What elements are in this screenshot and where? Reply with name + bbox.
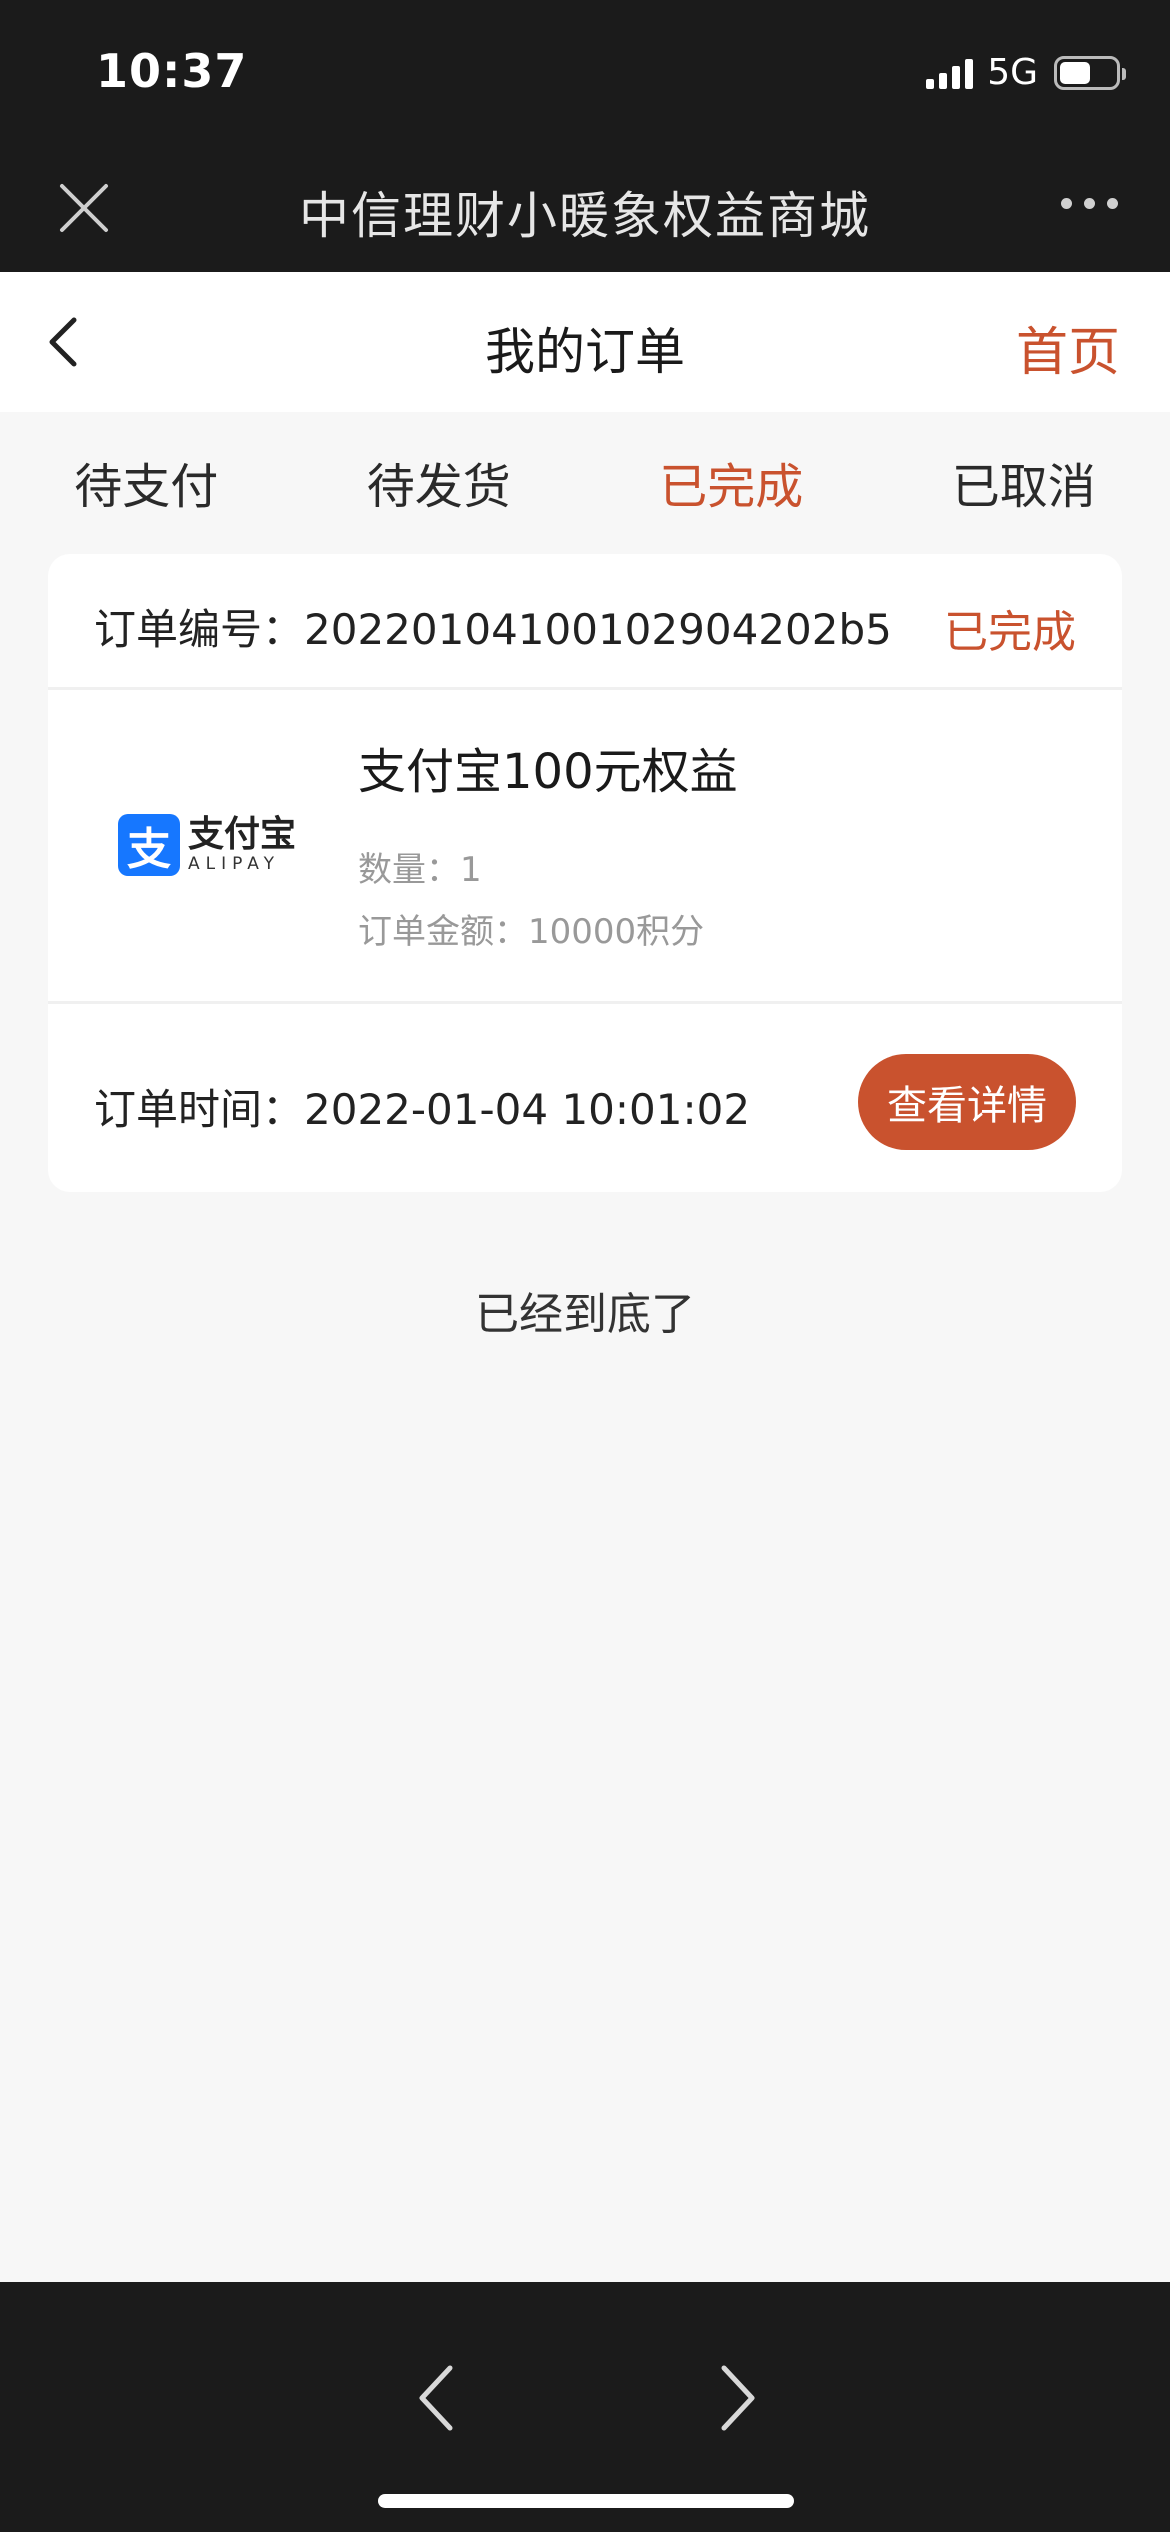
status-bar: 10:37 5G — [0, 0, 1170, 142]
order-time: 订单时间：2022-01-04 10:01:02 — [94, 1076, 750, 1137]
order-card-footer: 订单时间：2022-01-04 10:01:02 查看详情 — [48, 1004, 1122, 1192]
amount-value: 10000积分 — [528, 912, 705, 952]
battery-level — [1060, 61, 1090, 84]
order-tabs: 待支付 待发货 已完成 已取消 — [0, 412, 1170, 552]
tab-pending-payment[interactable]: 待支付 — [0, 447, 293, 517]
order-number-label: 订单编号： — [94, 605, 305, 654]
alipay-icon: 支 — [118, 814, 180, 876]
amount-label: 订单金额： — [358, 912, 528, 952]
order-amount: 订单金额：10000积分 — [358, 904, 704, 953]
page-header: 我的订单 首页 — [0, 272, 1170, 412]
battery-icon — [1054, 55, 1126, 90]
network-type: 5G — [987, 52, 1038, 93]
view-details-button[interactable]: 查看详情 — [858, 1054, 1076, 1150]
end-of-list-text: 已经到底了 — [475, 1289, 695, 1340]
tab-completed[interactable]: 已完成 — [585, 447, 878, 517]
page-title: 我的订单 — [485, 323, 685, 381]
webview-title: 中信理财小暖象权益商城 — [299, 187, 871, 245]
home-indicator[interactable] — [378, 2494, 794, 2508]
order-status: 已完成 — [944, 607, 1076, 658]
tab-cancelled[interactable]: 已取消 — [878, 447, 1170, 517]
quantity-value: 1 — [460, 850, 482, 890]
product-quantity: 数量：1 — [358, 842, 482, 891]
nav-forward-icon[interactable] — [712, 2358, 762, 2438]
quantity-label: 数量： — [358, 850, 460, 890]
order-time-label: 订单时间： — [94, 1085, 305, 1134]
order-product: 支 支付宝 ALIPAY 支付宝100元权益 数量：1 订单金额：10000积分 — [48, 690, 1122, 1004]
home-link[interactable]: 首页 — [1016, 310, 1120, 385]
alipay-logo: 支 支付宝 ALIPAY — [118, 814, 296, 876]
product-name: 支付宝100元权益 — [358, 744, 738, 800]
nav-back-icon[interactable] — [412, 2358, 462, 2438]
webview-title-bar: 中信理财小暖象权益商城 — [0, 142, 1170, 272]
logo-text-cn: 支付宝 — [188, 814, 297, 855]
order-number-value: 20220104100102904202b5 — [304, 605, 892, 654]
order-card-header: 订单编号：20220104100102904202b5 已完成 — [48, 554, 1122, 690]
order-card: 订单编号：20220104100102904202b5 已完成 支 支付宝 AL… — [48, 554, 1122, 1192]
tab-pending-shipment[interactable]: 待发货 — [293, 447, 586, 517]
order-number: 订单编号：20220104100102904202b5 — [94, 596, 892, 657]
status-time: 10:37 — [96, 44, 248, 98]
signal-icon — [926, 57, 974, 89]
status-indicators: 5G — [926, 52, 1126, 93]
page: 10:37 5G 中信理财小暖象权益商城 我的订单 首页 待支付 待发货 已完成… — [0, 0, 1170, 2532]
more-icon[interactable] — [1061, 198, 1118, 209]
order-time-value: 2022-01-04 10:01:02 — [304, 1085, 751, 1134]
logo-text-en: ALIPAY — [188, 854, 280, 874]
